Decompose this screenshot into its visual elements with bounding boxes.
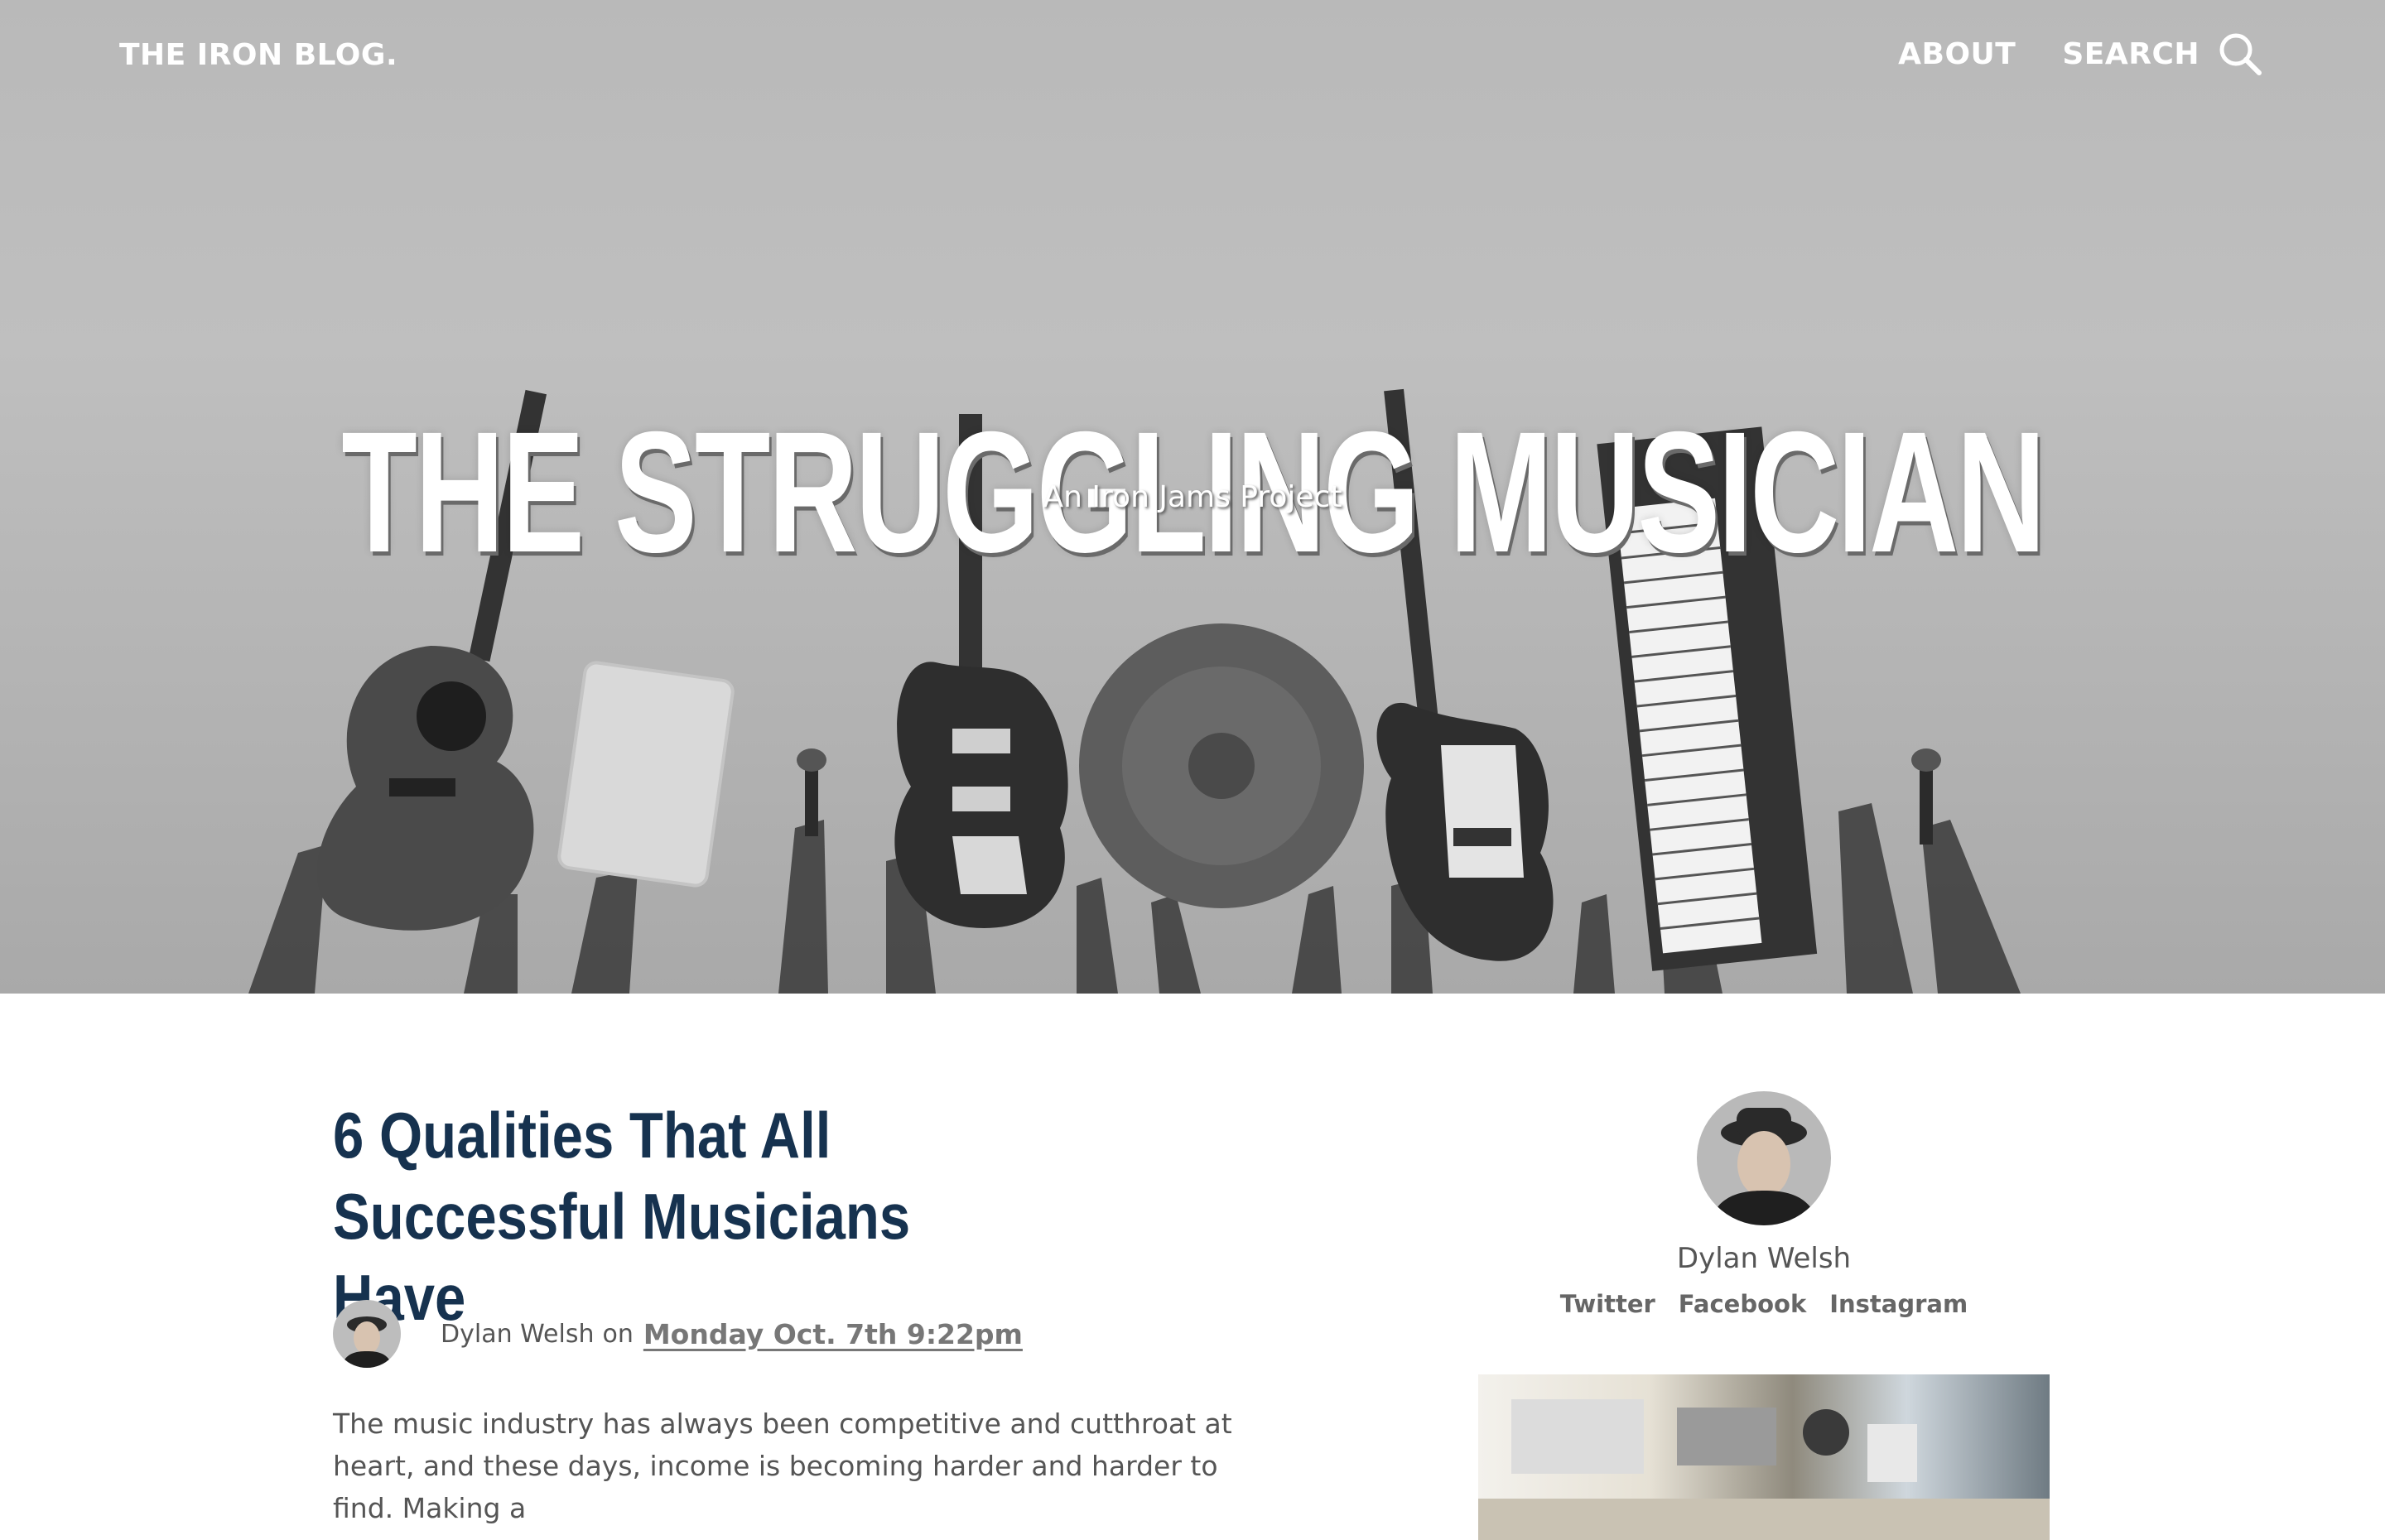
sidebar-author-avatar [1697,1091,1831,1225]
facebook-link[interactable]: Facebook [1679,1290,1806,1318]
author-avatar [333,1300,401,1368]
top-nav: ABOUT SEARCH [1852,31,2262,76]
byline-on: on [602,1319,634,1349]
instagram-link[interactable]: Instagram [1829,1290,1968,1318]
post-byline: Dylan Welsh on Monday Oct. 7th 9:22pm [333,1300,1023,1368]
hero-banner: THE IRON BLOG. ABOUT SEARCH THE STRUGGLI… [0,0,2385,994]
search-icon[interactable] [2218,31,2262,76]
byline-author: Dylan Welsh [441,1319,595,1349]
hero-subtitle: An Iron Jams Project [1043,480,1342,514]
social-links: Twitter Facebook Instagram [1478,1290,2050,1318]
nav-search-link[interactable]: SEARCH [2062,37,2200,71]
sidebar-author-name: Dylan Welsh [1676,1242,1852,1275]
sidebar-studio-image [1478,1374,2050,1540]
nav-about-link[interactable]: ABOUT [1898,37,2016,71]
twitter-link[interactable]: Twitter [1560,1290,1655,1318]
post-excerpt: The music industry has always been compe… [333,1408,1232,1524]
post-date-link[interactable]: Monday Oct. 7th 9:22pm [643,1318,1023,1350]
site-brand-link[interactable]: THE IRON BLOG. [119,38,398,72]
author-sidebar: Dylan Welsh Twitter Facebook Instagram [1478,1091,2050,1540]
